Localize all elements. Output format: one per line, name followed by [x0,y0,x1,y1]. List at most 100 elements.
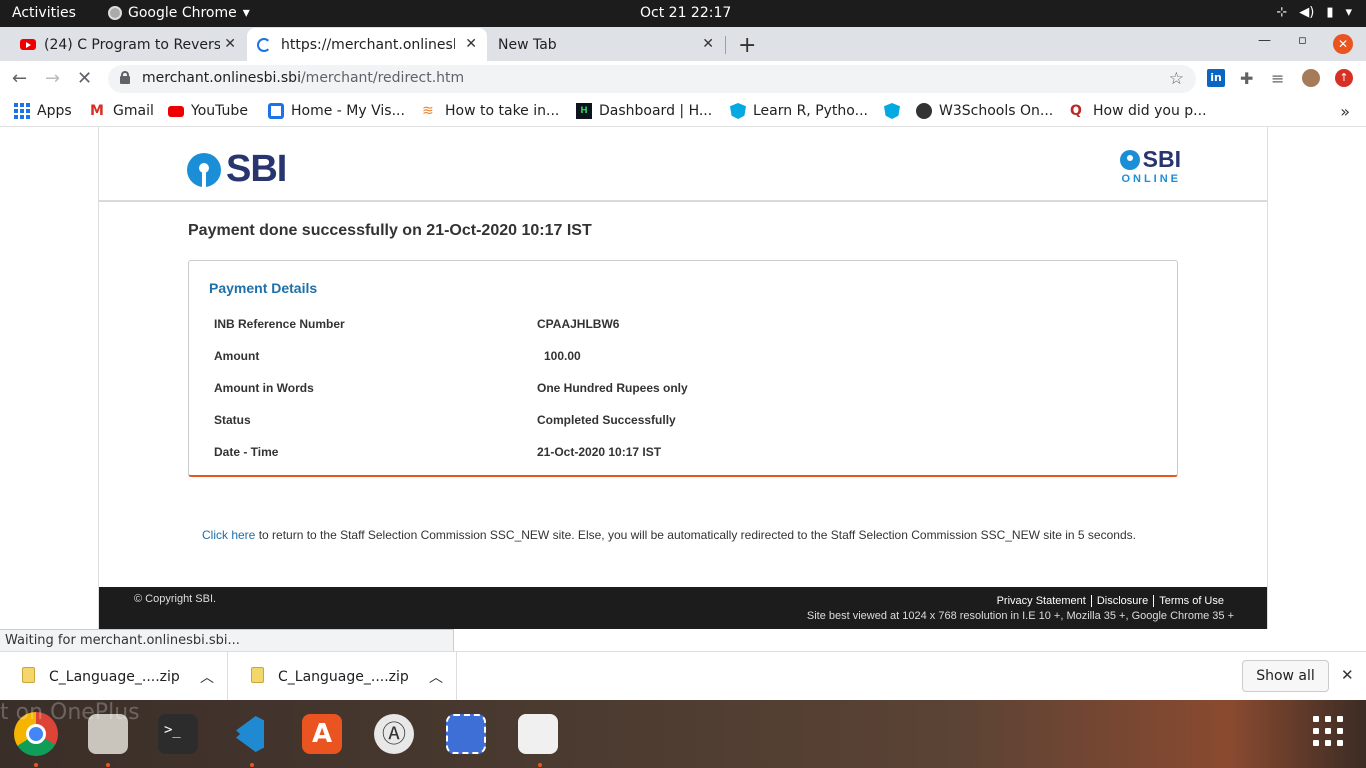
browser-toolbar: ← → ✕ merchant.onlinesbi.sbi/merchant/re… [0,61,1366,97]
bookmark-youtube[interactable]: YouTube [168,103,248,119]
app-name-label: Google Chrome [128,5,237,21]
detail-value: CPAAJHLBW6 [537,317,620,331]
clock[interactable]: Oct 21 22:17 [640,5,731,21]
copyright-text: © Copyright SBI. [134,593,217,605]
bookmark-label: YouTube [191,103,248,119]
activities-button[interactable]: Activities [12,5,76,21]
sbi-page-container: SBI SBI ONLINE Payment done successfully… [98,127,1268,629]
volume-icon: ◀) [1299,5,1315,20]
bookmark-star-icon[interactable]: ☆ [1169,69,1184,89]
download-item[interactable]: C_Language_....zip ︿ [0,652,228,701]
youtube-icon [168,105,184,117]
running-indicator [250,763,254,767]
linkedin-extension-icon[interactable]: in [1207,69,1225,87]
network-icon: ⊹ [1276,5,1288,20]
url-path: /merchant/redirect.htm [300,70,465,86]
detail-label: Status [214,413,251,427]
bookmark-label: Home - My Vis... [291,103,405,119]
back-button[interactable]: ← [12,68,27,89]
close-icon[interactable]: ✕ [702,36,714,52]
stop-loading-button[interactable]: ✕ [77,68,92,89]
bookmark-how-to-take[interactable]: ≋ How to take in... [422,103,559,119]
running-indicator [538,763,542,767]
sbi-header: SBI SBI ONLINE [99,127,1267,202]
software-store-dock-icon[interactable]: A [302,714,342,754]
redirect-text: to return to the Staff Selection Commiss… [255,528,1136,542]
show-all-downloads-button[interactable]: Show all [1242,660,1329,692]
loading-spinner-icon [257,37,271,52]
running-indicator [106,763,110,767]
tab-merchant-sbi[interactable]: https://merchant.onlinesbi ✕ [247,28,487,61]
bookmark-home-my-vis[interactable]: Home - My Vis... [268,103,405,119]
detail-value: 100.00 [544,349,581,363]
extensions-puzzle-icon[interactable]: ✚ [1240,69,1258,88]
system-tray[interactable]: ⊹ ◀) ▮ ▾ [1276,5,1352,20]
status-bubble: Waiting for merchant.onlinesbi.sbi... [0,629,454,651]
address-bar[interactable]: merchant.onlinesbi.sbi/merchant/redirect… [108,65,1196,93]
bookmark-w3schools[interactable]: W3Schools On... [916,103,1053,119]
stackoverflow-icon: ≋ [422,103,434,119]
disclosure-link[interactable]: Disclosure [1092,595,1155,607]
profile-avatar[interactable] [1302,69,1320,87]
bookmark-learn-r[interactable]: Learn R, Pytho... [730,103,868,119]
show-applications-grid-icon[interactable] [1313,716,1343,746]
download-item[interactable]: C_Language_....zip ︿ [229,652,457,701]
tab-new-tab[interactable]: New Tab ✕ [488,28,724,61]
bookmarks-overflow-button[interactable]: » [1340,102,1350,121]
sbi-keyhole-icon [187,152,221,187]
url-host: merchant.onlinesbi.sbi [142,70,301,86]
screenshot-tool-dock-icon[interactable] [446,714,486,754]
terminal-dock-icon[interactable]: >_ [158,714,198,754]
youtube-icon [20,39,36,50]
bookmark-shield[interactable] [884,103,900,119]
document-viewer-dock-icon[interactable] [518,714,558,754]
update-menu-icon[interactable]: ↑ [1335,69,1353,87]
chevron-down-icon: ▾ [1345,5,1352,20]
maximize-button[interactable]: ▫ [1298,33,1307,48]
dock-watermark: t on OnePlus [0,700,140,725]
bookmark-how-did-you[interactable]: Q How did you p... [1070,103,1207,119]
sbi-online-subtitle: ONLINE [1121,173,1181,185]
apps-grid-icon [14,103,30,119]
vscode-dock-icon[interactable] [230,714,270,754]
forward-button[interactable]: → [45,68,60,89]
bookmark-apps[interactable]: Apps [14,103,72,119]
detail-label: Amount in Words [214,381,314,395]
privacy-statement-link[interactable]: Privacy Statement [992,595,1092,607]
system-top-bar: Activities Google Chrome ▾ Oct 21 22:17 … [0,0,1366,27]
chevron-up-icon[interactable]: ︿ [429,667,443,687]
tab-title: https://merchant.onlinesbi [281,36,455,53]
software-updater-dock-icon[interactable]: Ⓐ [374,714,414,754]
tab-strip: (24) C Program to Reverse ✕ https://merc… [0,27,1366,61]
terms-of-use-link[interactable]: Terms of Use [1154,595,1229,607]
window-close-button[interactable]: ✕ [1333,34,1353,54]
close-icon[interactable]: ✕ [465,36,477,52]
visualstudio-icon [268,103,284,119]
bookmark-label: W3Schools On... [939,103,1054,119]
detail-value: Completed Successfully [537,413,676,427]
tab-youtube[interactable]: (24) C Program to Reverse ✕ [10,28,246,61]
media-control-icon[interactable]: ≡ [1271,69,1289,88]
close-icon[interactable]: ✕ [224,36,236,52]
chevron-up-icon[interactable]: ︿ [200,667,214,687]
lock-icon[interactable] [120,71,130,84]
app-menu[interactable]: Google Chrome ▾ [108,5,250,21]
datacamp-icon [730,103,746,119]
zip-file-icon [22,667,35,683]
redirect-message: Click here to return to the Staff Select… [202,528,1136,542]
minimize-button[interactable]: — [1258,33,1271,48]
tab-divider [725,36,726,54]
download-filename: C_Language_....zip [278,669,409,685]
tab-title: New Tab [498,36,557,53]
bookmark-dashboard[interactable]: H Dashboard | H... [576,103,712,119]
sbi-logo: SBI [187,148,287,191]
sbi-online-logo-text: SBI [1142,146,1181,172]
url-text[interactable]: merchant.onlinesbi.sbi/merchant/redirect… [142,70,464,86]
new-tab-button[interactable]: + [738,33,756,58]
click-here-link[interactable]: Click here [202,528,255,542]
bookmark-gmail[interactable]: M Gmail [90,103,154,119]
close-download-shelf-button[interactable]: ✕ [1341,666,1354,684]
bookmarks-bar: Apps M Gmail YouTube Home - My Vis... ≋ … [0,97,1366,127]
w3schools-icon [916,103,932,119]
bookmark-label: Dashboard | H... [599,103,713,119]
